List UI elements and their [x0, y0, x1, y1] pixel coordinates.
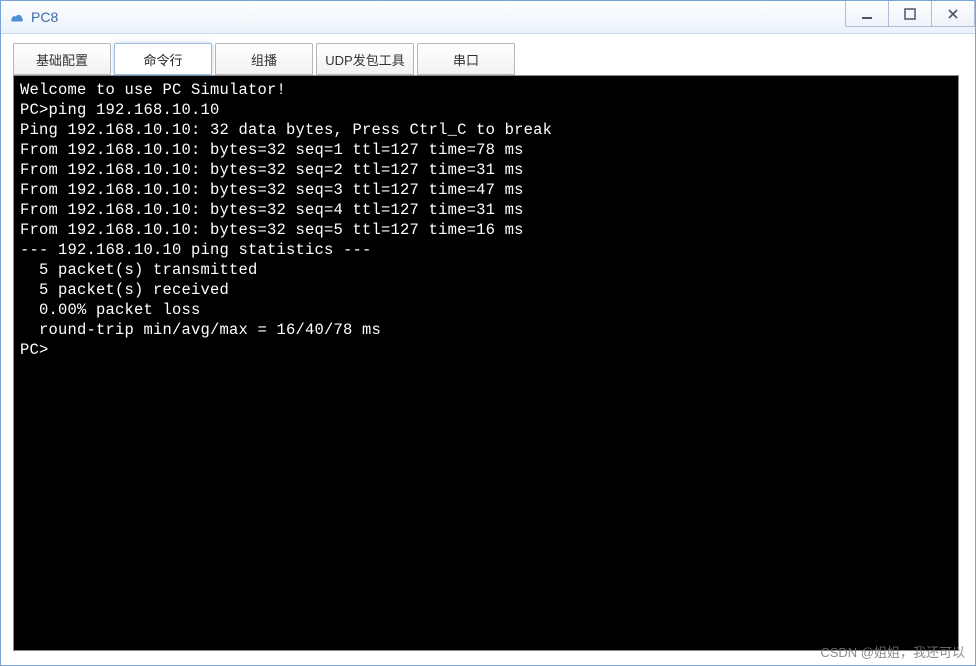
terminal-line: --- 192.168.10.10 ping statistics --- — [20, 240, 952, 260]
app-icon — [7, 8, 25, 26]
terminal-line: 0.00% packet loss — [20, 300, 952, 320]
watermark: CSDN @姐姐，我还可以 — [820, 642, 965, 661]
terminal-prompt: PC> — [20, 340, 952, 360]
tab-multicast[interactable]: 组播 — [215, 43, 313, 75]
tabstrip: 基础配置 命令行 组播 UDP发包工具 串口 — [13, 43, 963, 75]
terminal-line: Welcome to use PC Simulator! — [20, 80, 952, 100]
terminal-line: From 192.168.10.10: bytes=32 seq=2 ttl=1… — [20, 160, 952, 180]
maximize-button[interactable] — [888, 1, 932, 27]
tab-serial[interactable]: 串口 — [417, 43, 515, 75]
tab-basic-config[interactable]: 基础配置 — [13, 43, 111, 75]
terminal-line: PC>ping 192.168.10.10 — [20, 100, 952, 120]
window-controls — [846, 1, 975, 34]
tab-udp-packet-tool[interactable]: UDP发包工具 — [316, 43, 414, 75]
terminal-line: 5 packet(s) transmitted — [20, 260, 952, 280]
application-window: PC8 基础配置 命令行 组播 UDP发包工具 串口 Welcome to us… — [0, 0, 976, 666]
terminal-line: From 192.168.10.10: bytes=32 seq=3 ttl=1… — [20, 180, 952, 200]
terminal-line: From 192.168.10.10: bytes=32 seq=1 ttl=1… — [20, 140, 952, 160]
content-area: 基础配置 命令行 组播 UDP发包工具 串口 Welcome to use PC… — [1, 34, 975, 665]
terminal-line: round-trip min/avg/max = 16/40/78 ms — [20, 320, 952, 340]
terminal-line: 5 packet(s) received — [20, 280, 952, 300]
terminal-line: From 192.168.10.10: bytes=32 seq=5 ttl=1… — [20, 220, 952, 240]
titlebar[interactable]: PC8 — [1, 1, 975, 34]
terminal-line: From 192.168.10.10: bytes=32 seq=4 ttl=1… — [20, 200, 952, 220]
tab-command-line[interactable]: 命令行 — [114, 43, 212, 75]
minimize-button[interactable] — [845, 1, 889, 27]
terminal[interactable]: Welcome to use PC Simulator! PC>ping 192… — [13, 75, 959, 651]
terminal-line: Ping 192.168.10.10: 32 data bytes, Press… — [20, 120, 952, 140]
window-title: PC8 — [31, 9, 58, 25]
close-button[interactable] — [931, 1, 975, 27]
